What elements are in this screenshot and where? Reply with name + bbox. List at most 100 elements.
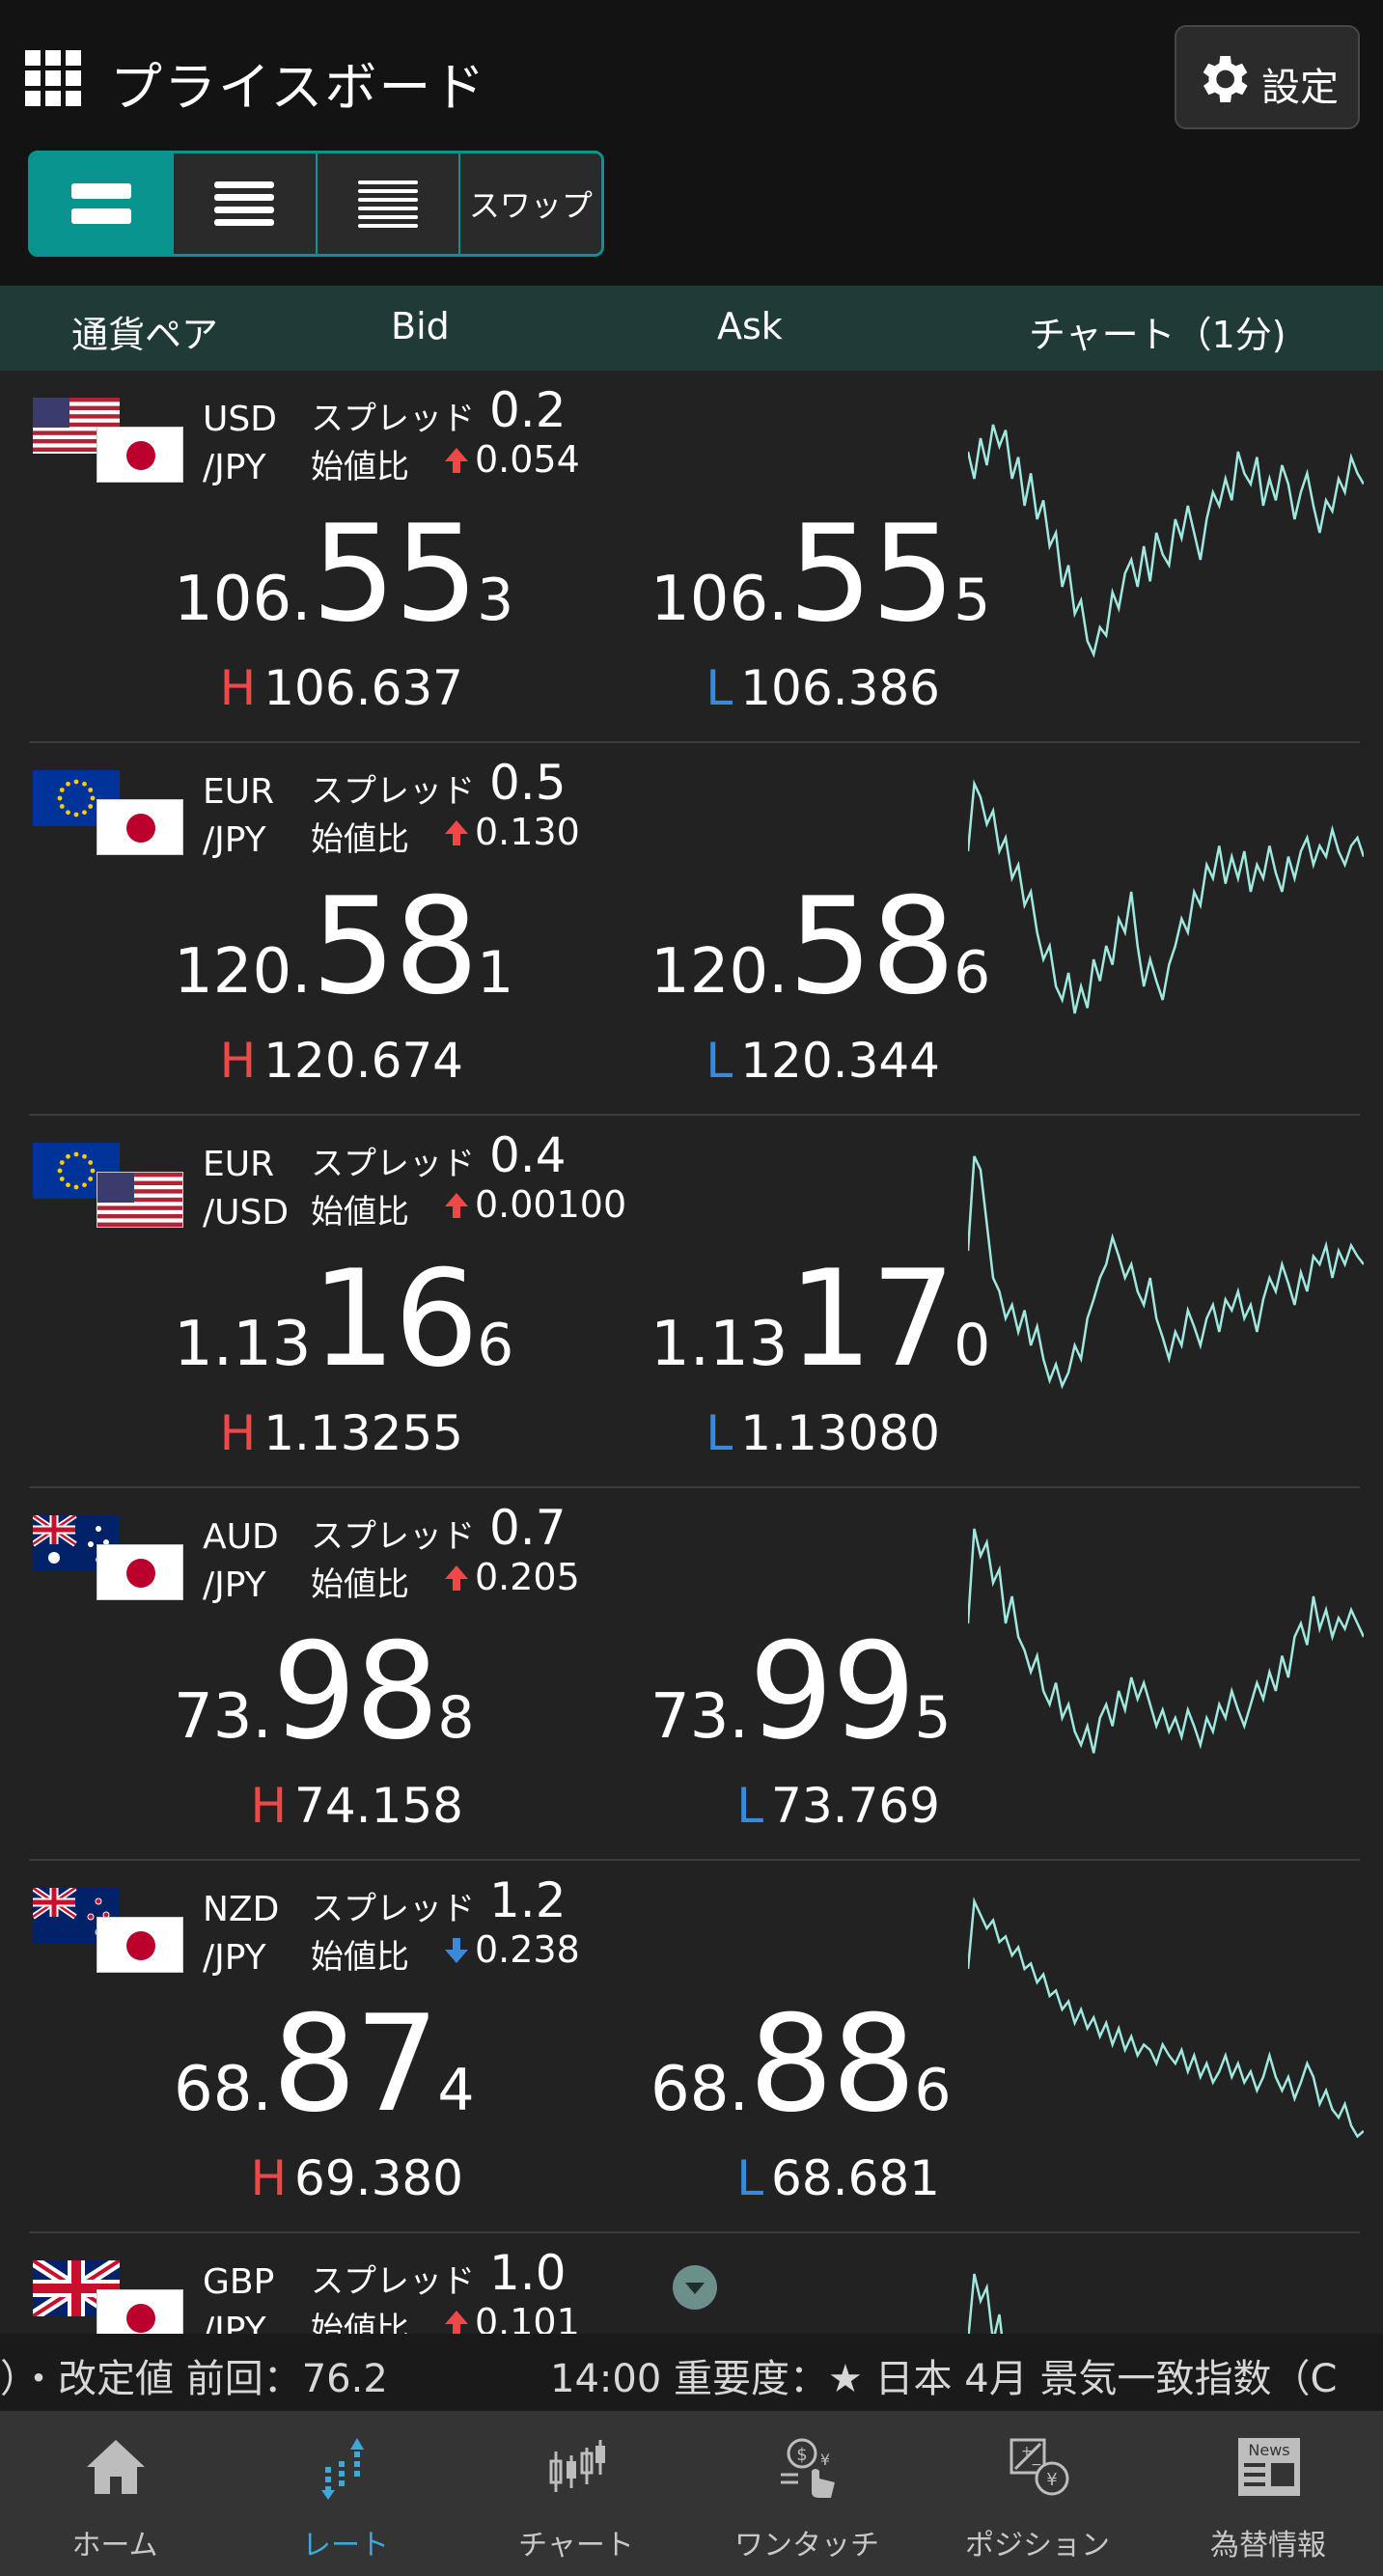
currency-pair: USD/JPY bbox=[203, 396, 277, 492]
bid-fraction: 4 bbox=[437, 2057, 475, 2124]
nav-label: ホーム bbox=[71, 2529, 158, 2562]
base-currency: USD bbox=[203, 400, 277, 439]
bid-price[interactable]: 73.988 bbox=[174, 1614, 475, 1769]
ask-price[interactable]: 120.586 bbox=[650, 869, 990, 1024]
change-value: 0.130 bbox=[442, 811, 580, 853]
low-value: 68.681 bbox=[771, 2150, 940, 2206]
price-row[interactable]: EUR/USD スプレッド 0.4 始値比 0.00100 1.13166 1.13170 H… bbox=[0, 1116, 1383, 1488]
ask-price[interactable]: 106.555 bbox=[650, 496, 990, 651]
bid-price[interactable]: 120.581 bbox=[174, 869, 513, 1024]
spread-value: 0.2 bbox=[489, 382, 567, 438]
four-bars-icon bbox=[214, 181, 275, 226]
two-bars-icon bbox=[71, 183, 132, 224]
chevron-down-icon bbox=[685, 2283, 705, 2294]
bid-fraction: 8 bbox=[437, 1684, 475, 1752]
rate-icon bbox=[321, 2438, 364, 2500]
japan-flag-icon bbox=[97, 1544, 183, 1600]
bid-prefix: 1.13 bbox=[174, 1309, 312, 1380]
arrow-up-icon bbox=[445, 820, 468, 845]
high-value: 69.380 bbox=[294, 2150, 463, 2206]
ask-pips: 17 bbox=[788, 1241, 956, 1397]
svg-text:$: $ bbox=[796, 2445, 807, 2465]
change-text: 0.054 bbox=[475, 438, 580, 481]
one-touch-icon: $ ¥ bbox=[781, 2438, 835, 2498]
arrow-up-icon bbox=[445, 448, 468, 473]
svg-text:¥: ¥ bbox=[820, 2451, 830, 2469]
change-text: 0.130 bbox=[475, 811, 580, 853]
quote-currency: /JPY bbox=[203, 448, 266, 487]
sparkline-chart[interactable] bbox=[968, 761, 1364, 1040]
price-row[interactable]: NZD/JPY スプレッド 1.2 始値比 0.238 68.874 68.886 H 69.3… bbox=[0, 1861, 1383, 2233]
high-mark: H bbox=[219, 1033, 257, 1089]
nav-fx-news[interactable]: News 為替情報 bbox=[1153, 2411, 1383, 2576]
high-value: 106.637 bbox=[263, 660, 463, 716]
sparkline-chart[interactable] bbox=[968, 388, 1364, 668]
view-small-button[interactable] bbox=[317, 153, 460, 254]
gear-icon bbox=[1203, 56, 1248, 102]
sparkline-chart[interactable] bbox=[968, 2251, 1364, 2334]
base-currency: GBP bbox=[203, 2262, 275, 2302]
nav-position[interactable]: + − ¥ ポジション bbox=[923, 2411, 1152, 2576]
ticker-text-left: ）・改定値 前回：76.2 bbox=[0, 2357, 388, 2401]
nav-label: チャート bbox=[518, 2529, 634, 2562]
bid-price[interactable]: 68.874 bbox=[174, 1986, 475, 2142]
sparkline-chart[interactable] bbox=[968, 1878, 1364, 2158]
ask-prefix: 1.13 bbox=[650, 1309, 788, 1380]
bid-price[interactable]: 1.13166 bbox=[174, 1241, 513, 1397]
ask-fraction: 5 bbox=[914, 1684, 952, 1752]
menu-grid-icon[interactable] bbox=[25, 50, 81, 106]
bid-pips: 55 bbox=[311, 496, 480, 651]
low-mark: L bbox=[736, 2150, 764, 2206]
low-value: 120.344 bbox=[740, 1033, 940, 1089]
ask-prefix: 68. bbox=[650, 2054, 749, 2125]
scroll-down-button[interactable] bbox=[673, 2265, 717, 2310]
swap-button[interactable]: スワップ bbox=[459, 153, 601, 254]
view-large-button[interactable] bbox=[31, 153, 175, 254]
app-header: プライスボード 設定 スワップ bbox=[0, 0, 1383, 286]
column-header: 通貨ペア Bid Ask チャート（1分) bbox=[0, 286, 1383, 371]
sparkline-chart[interactable] bbox=[968, 1506, 1364, 1786]
base-currency: EUR bbox=[203, 772, 275, 812]
nav-one-touch[interactable]: $ ¥ ワンタッチ bbox=[692, 2411, 922, 2576]
sparkline-chart[interactable] bbox=[968, 1133, 1364, 1413]
change-label: 始値比 bbox=[311, 2311, 409, 2334]
price-row[interactable]: AUD/JPY スプレッド 0.7 始値比 0.205 73.988 73.995 H 74.1… bbox=[0, 1488, 1383, 1861]
bid-prefix: 106. bbox=[174, 564, 312, 635]
ask-pips: 88 bbox=[748, 1986, 917, 2142]
ask-price[interactable]: 73.995 bbox=[650, 1614, 952, 1769]
price-row[interactable]: USD/JPY スプレッド 0.2 始値比 0.054 106.553 106.555 H 10… bbox=[0, 371, 1383, 743]
ask-price[interactable]: 1.13170 bbox=[650, 1241, 990, 1397]
settings-button[interactable]: 設定 bbox=[1175, 25, 1360, 129]
quote-currency: /USD bbox=[203, 1193, 290, 1233]
spread-value: 0.5 bbox=[489, 755, 567, 811]
high-mark: H bbox=[250, 1778, 288, 1834]
spread-label: スプレッド bbox=[311, 1517, 475, 1556]
high-price: H 1.13255 bbox=[174, 1405, 463, 1461]
news-ticker[interactable]: ）・改定値 前回：76.2 14:00 重要度：★ 日本 4月 景気一致指数（C bbox=[0, 2334, 1383, 2411]
ask-pips: 99 bbox=[748, 1614, 917, 1769]
nav-chart[interactable]: チャート bbox=[461, 2411, 691, 2576]
nav-label: ポジション bbox=[965, 2529, 1110, 2562]
change-label: 始値比 bbox=[311, 448, 409, 486]
high-mark: H bbox=[219, 660, 257, 716]
low-mark: L bbox=[705, 1405, 733, 1461]
nav-rate[interactable]: レート bbox=[231, 2411, 460, 2576]
nav-home[interactable]: ホーム bbox=[0, 2411, 230, 2576]
spread-label: スプレッド bbox=[311, 772, 475, 811]
price-row[interactable]: EUR/JPY スプレッド 0.5 始値比 0.130 120.581 120.586 H 12… bbox=[0, 743, 1383, 1116]
candlestick-icon bbox=[549, 2440, 605, 2492]
japan-flag-icon bbox=[97, 427, 183, 483]
ask-prefix: 106. bbox=[650, 564, 788, 635]
bid-fraction: 3 bbox=[477, 567, 514, 634]
bid-prefix: 73. bbox=[174, 1681, 272, 1753]
change-value: 0.238 bbox=[442, 1928, 580, 1971]
view-medium-button[interactable] bbox=[174, 153, 318, 254]
low-price: L 1.13080 bbox=[650, 1405, 940, 1461]
high-price: H 69.380 bbox=[174, 2150, 463, 2206]
col-chart: チャート（1分) bbox=[1029, 314, 1286, 356]
japan-flag-icon bbox=[97, 2289, 183, 2334]
ask-price[interactable]: 68.886 bbox=[650, 1986, 952, 2142]
low-mark: L bbox=[705, 660, 733, 716]
base-currency: EUR bbox=[203, 1145, 275, 1184]
bid-price[interactable]: 106.553 bbox=[174, 496, 513, 651]
